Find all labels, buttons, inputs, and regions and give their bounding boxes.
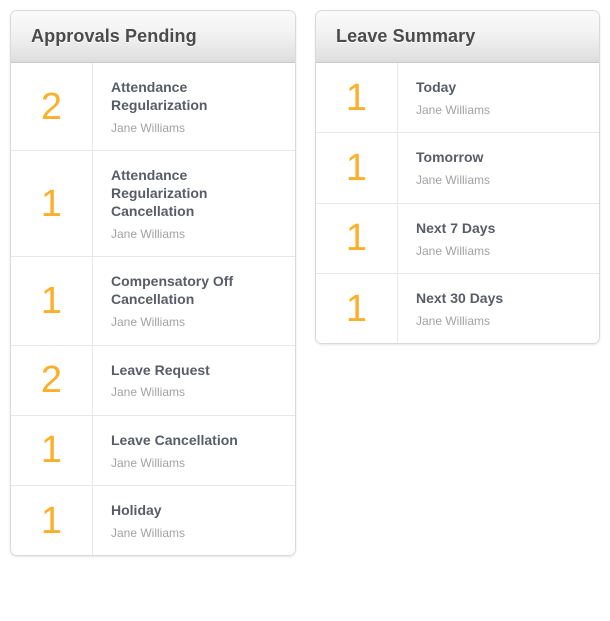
row-label: Leave Cancellation bbox=[111, 431, 238, 448]
row-count-cell: 1 bbox=[11, 257, 93, 345]
row-person: Jane Williams bbox=[416, 173, 491, 188]
row-person: Jane Williams bbox=[111, 120, 186, 135]
row-person: Jane Williams bbox=[111, 385, 186, 400]
count-badge: 1 bbox=[40, 182, 63, 225]
count-badge: 1 bbox=[345, 146, 368, 189]
dashboard-board: Approvals Pending 2 Attendance Regulariz… bbox=[0, 0, 610, 621]
row-label: Today bbox=[416, 79, 457, 95]
row-count-cell: 2 bbox=[11, 63, 93, 151]
row-label: Holiday bbox=[111, 502, 162, 519]
row-info-cell: Leave Request Jane Williams bbox=[93, 346, 295, 415]
row-count-cell: 1 bbox=[11, 151, 93, 257]
row-person: Jane Williams bbox=[111, 226, 186, 241]
row-info-cell: Attendance Regularization Cancellation J… bbox=[93, 151, 295, 256]
row-info-cell: Holiday Jane Williams bbox=[93, 486, 295, 555]
row-info-cell: Compensatory Off Cancellation Jane Willi… bbox=[93, 257, 295, 344]
row-person: Jane Williams bbox=[111, 315, 186, 330]
list-item[interactable]: 1 Tomorrow Jane Williams bbox=[316, 133, 599, 204]
count-badge: 1 bbox=[40, 429, 63, 472]
row-label: Next 30 Days bbox=[416, 289, 504, 306]
card-body-leave-summary: 1 Today Jane Williams 1 Tomorrow Jane Wi… bbox=[316, 63, 599, 344]
row-info-cell: Today Jane Williams bbox=[398, 63, 599, 132]
row-count-cell: 1 bbox=[316, 63, 398, 133]
card-title-approvals-pending: Approvals Pending bbox=[31, 26, 197, 46]
row-label: Leave Request bbox=[111, 361, 210, 378]
count-badge: 1 bbox=[345, 287, 368, 330]
list-item[interactable]: 1 Holiday Jane Williams bbox=[11, 486, 295, 556]
row-label: Tomorrow bbox=[416, 149, 484, 166]
row-label: Attendance Regularization Cancellation bbox=[111, 167, 208, 220]
row-count-cell: 2 bbox=[11, 345, 93, 415]
card-approvals-pending: Approvals Pending 2 Attendance Regulariz… bbox=[10, 10, 296, 557]
row-count-cell: 1 bbox=[316, 273, 398, 344]
count-badge: 1 bbox=[40, 279, 63, 322]
card-leave-summary: Leave Summary 1 Today Jane Williams 1 To… bbox=[315, 10, 600, 345]
row-info-cell: Tomorrow Jane Williams bbox=[398, 133, 599, 202]
row-info-cell: Next 7 Days Jane Williams bbox=[398, 204, 599, 273]
list-item[interactable]: 1 Next 30 Days Jane Williams bbox=[316, 273, 599, 344]
count-badge: 2 bbox=[40, 85, 63, 128]
row-person: Jane Williams bbox=[111, 526, 186, 541]
list-item[interactable]: 1 Compensatory Off Cancellation Jane Wil… bbox=[11, 257, 295, 346]
card-header-leave-summary: Leave Summary bbox=[316, 11, 599, 63]
list-item[interactable]: 2 Leave Request Jane Williams bbox=[11, 345, 295, 416]
list-item[interactable]: 1 Next 7 Days Jane Williams bbox=[316, 203, 599, 274]
count-badge: 2 bbox=[40, 359, 63, 402]
row-count-cell: 1 bbox=[11, 486, 93, 556]
list-item[interactable]: 1 Today Jane Williams bbox=[316, 63, 599, 134]
list-item[interactable]: 1 Attendance Regularization Cancellation… bbox=[11, 151, 295, 258]
row-person: Jane Williams bbox=[416, 102, 491, 117]
card-title-leave-summary: Leave Summary bbox=[336, 26, 476, 46]
count-badge: 1 bbox=[345, 217, 368, 260]
row-label: Next 7 Days bbox=[416, 219, 496, 236]
list-item[interactable]: 2 Attendance Regularization Jane William… bbox=[11, 63, 295, 152]
row-label: Attendance Regularization bbox=[111, 79, 208, 113]
row-label: Compensatory Off Cancellation bbox=[111, 273, 234, 308]
row-count-cell: 1 bbox=[316, 133, 398, 203]
row-person: Jane Williams bbox=[111, 455, 186, 470]
card-header-approvals-pending: Approvals Pending bbox=[11, 11, 295, 63]
card-body-approvals-pending: 2 Attendance Regularization Jane William… bbox=[11, 63, 295, 556]
row-info-cell: Attendance Regularization Jane Williams bbox=[93, 63, 295, 150]
list-item[interactable]: 1 Leave Cancellation Jane Williams bbox=[11, 415, 295, 487]
row-count-cell: 1 bbox=[316, 203, 398, 273]
row-person: Jane Williams bbox=[416, 313, 491, 328]
row-count-cell: 1 bbox=[11, 415, 93, 486]
row-info-cell: Leave Cancellation Jane Williams bbox=[93, 416, 295, 485]
row-info-cell: Next 30 Days Jane Williams bbox=[398, 274, 599, 343]
count-badge: 1 bbox=[40, 499, 63, 542]
count-badge: 1 bbox=[345, 76, 368, 119]
row-person: Jane Williams bbox=[416, 243, 491, 258]
